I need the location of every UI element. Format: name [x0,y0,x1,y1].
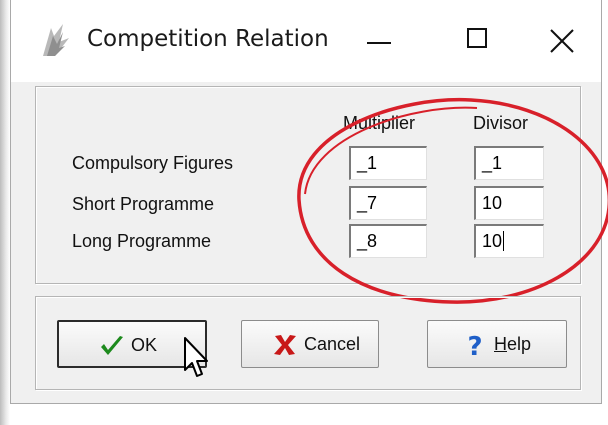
help-label: Help [494,334,531,355]
row-label-compulsory-figures: Compulsory Figures [72,153,234,173]
multiplier-field-short[interactable]: _7 [349,186,427,220]
help-button[interactable]: ? Help [427,320,567,368]
minimize-icon [367,42,391,44]
row-label-long-programme: Long Programme [72,231,212,251]
divisor-field-long[interactable]: 10 [474,224,544,258]
dialog-window: Competition Relation Multiplier Divisor … [10,0,608,404]
background-edge [0,0,10,425]
ok-label: OK [131,335,158,355]
window-title: Competition Relation [87,26,329,52]
title-bar[interactable]: Competition Relation [11,0,601,82]
help-label-rest: elp [507,334,532,354]
checkmark-icon [101,336,123,355]
question-mark-icon: ? [467,333,482,357]
divisor-header: Divisor [473,113,529,133]
multiplier-field-compulsory[interactable]: _1 [349,146,427,180]
text-caret [503,231,505,251]
help-label-accelerator: H [494,334,507,354]
multiplier-header: Multiplier [343,113,416,133]
x-icon [274,335,296,355]
svg-text:?: ? [467,333,482,357]
cancel-button[interactable]: Cancel [241,320,379,368]
close-icon [550,29,574,53]
maximize-button[interactable] [441,16,515,66]
mouse-pointer-icon [184,337,208,377]
close-button[interactable] [525,16,599,66]
cancel-label: Cancel [304,334,361,354]
app-icon [43,24,69,56]
minimize-button[interactable] [343,16,417,66]
row-label-short-programme: Short Programme [72,194,215,214]
maximize-icon [467,28,487,48]
divisor-long-value: 10 [482,231,503,251]
divisor-field-compulsory[interactable]: _1 [474,146,544,180]
multiplier-field-long[interactable]: _8 [349,224,427,258]
divisor-field-short[interactable]: 10 [474,186,544,220]
